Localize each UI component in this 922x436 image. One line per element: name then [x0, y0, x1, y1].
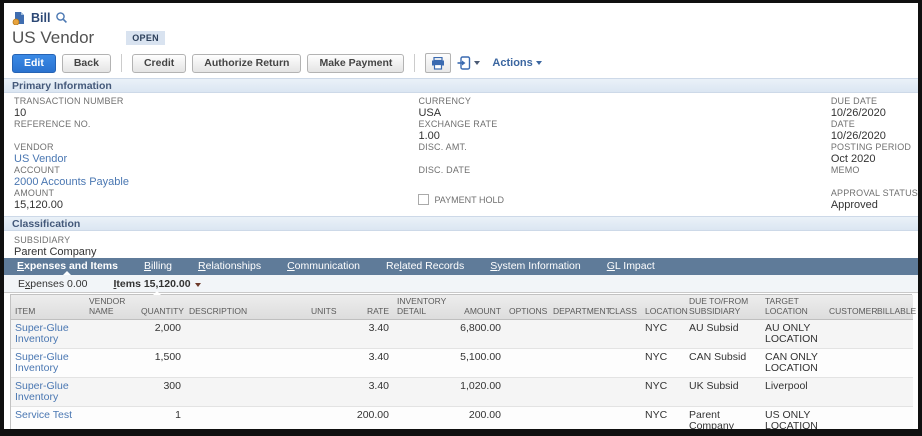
- page-title: US Vendor: [12, 28, 94, 48]
- actions-label: Actions: [492, 57, 532, 69]
- record-tabbar: Expenses and Items Billing Relationships…: [4, 258, 918, 275]
- status-badge: OPEN: [126, 31, 165, 45]
- print-button[interactable]: [425, 53, 451, 73]
- document-arrow-icon: [457, 56, 471, 70]
- goto-register-dropdown[interactable]: [457, 56, 480, 70]
- page-header: Bill US Vendor OPEN: [4, 3, 918, 49]
- field-memo: MEMO: [831, 165, 918, 188]
- toolbar-divider: [414, 54, 415, 72]
- field-approval-status: APPROVAL STATUS Approved: [831, 188, 918, 211]
- vendor-link[interactable]: US Vendor: [14, 153, 418, 165]
- primary-information-fields: TRANSACTION NUMBER 10 REFERENCE NO. VEND…: [4, 93, 918, 216]
- column-header-item: ITEM: [11, 295, 85, 320]
- actions-menu[interactable]: Actions: [486, 57, 541, 69]
- tab-expenses-and-items[interactable]: Expenses and Items: [4, 258, 131, 275]
- field-exchange-rate: EXCHANGE RATE 1.00: [418, 119, 830, 142]
- field-amount: AMOUNT 15,120.00: [14, 188, 418, 211]
- column-header-billable: BILLABLE: [873, 295, 913, 320]
- field-disc-amt: DISC. AMT.: [418, 142, 830, 165]
- field-vendor: VENDOR US Vendor: [14, 142, 418, 165]
- table-row: Super-Glue Inventory 2,000 3.40 6,800.00…: [11, 320, 913, 349]
- tab-system-information[interactable]: System Information: [477, 258, 593, 275]
- field-reference-no: REFERENCE NO.: [14, 119, 418, 142]
- subtab-expenses[interactable]: Expenses 0.00: [18, 278, 87, 290]
- column-header-location: LOCATION: [641, 295, 685, 320]
- column-header-inventory-detail: INVENTORY DETAIL: [393, 295, 447, 320]
- field-account: ACCOUNT 2000 Accounts Payable: [14, 165, 418, 188]
- field-transaction-number: TRANSACTION NUMBER 10: [14, 96, 418, 119]
- bill-record-page: Bill US Vendor OPEN Edit Back Credit Aut…: [4, 3, 918, 429]
- column-header-units: UNITS: [307, 295, 347, 320]
- column-header-rate: RATE: [347, 295, 393, 320]
- column-header-description: DESCRIPTION: [185, 295, 307, 320]
- tab-billing[interactable]: Billing: [131, 258, 185, 275]
- field-posting-period: POSTING PERIOD Oct 2020: [831, 142, 918, 165]
- window-frame: Bill US Vendor OPEN Edit Back Credit Aut…: [0, 0, 922, 436]
- record-type-title: Bill: [31, 11, 50, 25]
- search-icon[interactable]: [55, 11, 68, 24]
- subtab-bar: Expenses 0.00 Items 15,120.00: [4, 275, 918, 293]
- table-row: Service Test 1 200.00 200.00 NYC Parent …: [11, 407, 913, 430]
- chevron-down-icon: [474, 61, 480, 65]
- chevron-down-icon: [536, 61, 542, 65]
- tab-relationships[interactable]: Relationships: [185, 258, 274, 275]
- printer-icon: [431, 57, 445, 70]
- field-due-date: DUE DATE 10/26/2020: [831, 96, 918, 119]
- classification-heading: Classification: [4, 216, 918, 231]
- column-header-class: CLASS: [605, 295, 641, 320]
- make-payment-button[interactable]: Make Payment: [307, 54, 404, 73]
- column-header-department: DEPARTMENT: [549, 295, 605, 320]
- field-date: DATE 10/26/2020: [831, 119, 918, 142]
- field-disc-date: DISC. DATE: [418, 165, 830, 188]
- payment-hold-checkbox[interactable]: [418, 194, 429, 205]
- credit-button[interactable]: Credit: [132, 54, 186, 73]
- items-table: ITEM VENDOR NAME QUANTITY DESCRIPTION UN…: [10, 294, 912, 429]
- item-link[interactable]: Super-Glue Inventory: [15, 380, 69, 403]
- table-header-row: ITEM VENDOR NAME QUANTITY DESCRIPTION UN…: [11, 295, 913, 320]
- account-link[interactable]: 2000 Accounts Payable: [14, 176, 418, 188]
- field-currency: CURRENCY USA: [418, 96, 830, 119]
- chevron-down-icon: [195, 283, 201, 287]
- field-payment-hold: PAYMENT HOLD: [418, 188, 830, 211]
- toolbar-divider: [121, 54, 122, 72]
- item-link[interactable]: Service Test: [15, 409, 72, 421]
- column-header-target-location: TARGET LOCATION: [761, 295, 825, 320]
- table-row: Super-Glue Inventory 300 3.40 1,020.00 N…: [11, 378, 913, 407]
- authorize-return-button[interactable]: Authorize Return: [192, 54, 301, 73]
- column-header-due-to-from-subsidiary: DUE TO/FROM SUBSIDIARY: [685, 295, 761, 320]
- column-header-amount: AMOUNT: [447, 295, 505, 320]
- back-button[interactable]: Back: [62, 54, 111, 73]
- primary-information-heading: Primary Information: [4, 78, 918, 93]
- column-header-customer: CUSTOMER: [825, 295, 873, 320]
- column-header-quantity: QUANTITY: [137, 295, 185, 320]
- item-link[interactable]: Super-Glue Inventory: [15, 351, 69, 374]
- column-header-vendor-name: VENDOR NAME: [85, 295, 137, 320]
- tab-related-records[interactable]: Related Records: [373, 258, 477, 275]
- subtab-items[interactable]: Items 15,120.00: [113, 278, 200, 290]
- tab-communication[interactable]: Communication: [274, 258, 373, 275]
- bill-document-icon: [12, 11, 26, 25]
- item-link[interactable]: Super-Glue Inventory: [15, 322, 69, 345]
- column-header-options: OPTIONS: [505, 295, 549, 320]
- top-toolbar: Edit Back Credit Authorize Return Make P…: [12, 51, 918, 75]
- edit-button[interactable]: Edit: [12, 54, 56, 73]
- table-row: Super-Glue Inventory 1,500 3.40 5,100.00…: [11, 349, 913, 378]
- tab-gl-impact[interactable]: GL Impact: [594, 258, 668, 275]
- field-subsidiary: SUBSIDIARY Parent Company: [4, 231, 918, 258]
